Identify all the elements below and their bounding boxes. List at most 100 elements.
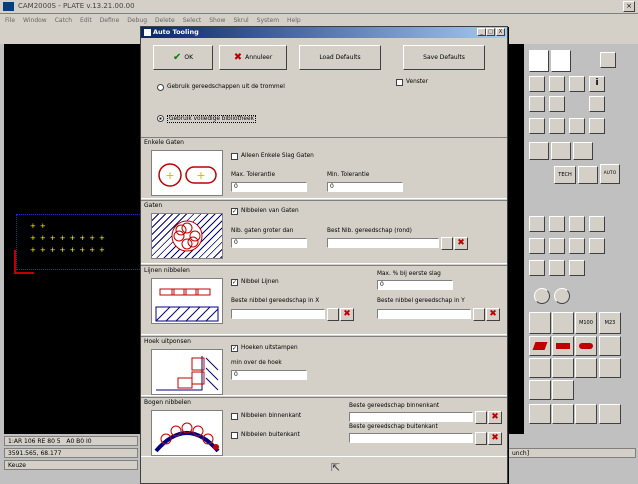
tool-icon[interactable] (529, 380, 551, 400)
tech-button[interactable]: TECH (554, 166, 576, 184)
min-corner-input[interactable]: 0 (231, 370, 307, 380)
hammer-icon[interactable] (529, 312, 551, 334)
punch-icon[interactable] (589, 238, 605, 254)
hammer-icon[interactable] (552, 404, 574, 424)
tool-icon[interactable] (578, 166, 598, 184)
red-shape-icon[interactable] (529, 336, 551, 356)
browse-button[interactable] (475, 432, 487, 445)
menu-item-debug[interactable]: Debug (127, 17, 147, 24)
tool-icon[interactable] (529, 358, 551, 378)
menu-item-edit[interactable]: Edit (80, 17, 92, 24)
clear-x-icon[interactable]: ✖ (454, 237, 468, 250)
clear-x-icon[interactable]: ✖ (488, 432, 502, 445)
arcs-outer-checkbox[interactable] (231, 432, 238, 439)
menu-item-show[interactable]: Show (209, 17, 225, 24)
tool-icon[interactable] (529, 260, 545, 276)
menu-item-system[interactable]: System (257, 17, 279, 24)
app-close-button[interactable]: × (623, 1, 635, 12)
tool-icon[interactable] (552, 380, 574, 400)
tool-icon[interactable] (575, 358, 597, 378)
sheet-icon[interactable] (529, 50, 549, 72)
hammer-icon[interactable] (599, 404, 621, 424)
hammer-icon[interactable] (529, 404, 551, 424)
auto-button[interactable]: AUTO (600, 164, 620, 184)
max-first-stroke-input[interactable]: 0 (377, 280, 453, 290)
best-outer-input[interactable] (349, 433, 473, 443)
tool-icon[interactable] (549, 260, 565, 276)
layout-icon[interactable] (589, 96, 605, 112)
tool-icon[interactable] (552, 358, 574, 378)
library-radio[interactable] (157, 115, 164, 122)
load-defaults-button[interactable]: Load Defaults (299, 45, 381, 70)
grid-icon[interactable] (573, 142, 593, 160)
menu-item-help[interactable]: Help (287, 17, 301, 24)
best-y-input[interactable] (377, 309, 471, 319)
hammer-icon[interactable] (552, 312, 574, 334)
corner-stamp-checkbox[interactable]: ✓ (231, 345, 238, 352)
best-nib-round-input[interactable] (327, 238, 439, 248)
punch-icon[interactable] (569, 238, 585, 254)
menu-item-catch[interactable]: Catch (55, 17, 72, 24)
punch-icon[interactable] (549, 238, 565, 254)
menu-item-delete[interactable]: Delete (155, 17, 175, 24)
menu-item-skrul[interactable]: Skrul (233, 17, 248, 24)
window-checkbox[interactable] (396, 79, 403, 86)
info-icon[interactable]: i (589, 76, 605, 92)
layout-icon[interactable] (549, 96, 565, 112)
larger-than-input[interactable]: 0 (231, 238, 307, 248)
layout-icon[interactable] (529, 96, 545, 112)
menu-item-file[interactable]: File (5, 17, 15, 24)
part-icon[interactable] (529, 76, 545, 92)
tool-icon[interactable] (569, 118, 585, 134)
circle-icon[interactable] (534, 288, 550, 304)
m100-button[interactable]: M100 (575, 312, 597, 334)
save-defaults-button[interactable]: Save Defaults (403, 45, 485, 70)
browse-button[interactable] (475, 411, 487, 424)
best-inner-input[interactable] (349, 412, 473, 422)
sheet-icon[interactable] (551, 50, 571, 72)
circle-icon[interactable] (554, 288, 570, 304)
min-tol-input[interactable]: 0 (327, 182, 403, 192)
punch-icon[interactable] (549, 216, 565, 232)
ok-button[interactable]: ✔ OK (153, 45, 213, 70)
hammer-icon[interactable] (575, 404, 597, 424)
single-stroke-checkbox[interactable] (231, 153, 238, 160)
turret-radio[interactable] (157, 84, 164, 91)
part-icon[interactable] (569, 76, 585, 92)
grid-icon[interactable] (529, 142, 549, 160)
browse-button[interactable] (473, 308, 485, 321)
tool-icon[interactable] (599, 336, 621, 356)
punch-icon[interactable] (529, 238, 545, 254)
arcs-inner-checkbox[interactable] (231, 413, 238, 420)
clear-x-icon[interactable]: ✖ (486, 308, 500, 321)
tool-icon[interactable] (549, 118, 565, 134)
edit-icon[interactable] (600, 52, 616, 68)
m23-button[interactable]: M23 (599, 312, 621, 334)
clear-x-icon[interactable]: ✖ (340, 308, 354, 321)
maximize-button[interactable]: □ (486, 28, 495, 36)
grid-icon[interactable] (551, 142, 571, 160)
menu-item-window[interactable]: Window (23, 17, 47, 24)
red-shape-icon[interactable] (552, 336, 574, 356)
tool-icon[interactable] (599, 358, 621, 378)
tool-icon[interactable] (529, 118, 545, 134)
tool-icon[interactable] (569, 260, 585, 276)
browse-button[interactable] (327, 308, 339, 321)
dialog-close-button[interactable]: X (496, 28, 505, 36)
punch-icon[interactable] (529, 216, 545, 232)
minimize-button[interactable]: _ (477, 28, 486, 36)
nibble-holes-checkbox[interactable]: ✓ (231, 208, 238, 215)
clear-x-icon[interactable]: ✖ (488, 411, 502, 424)
menu-item-define[interactable]: Define (100, 17, 120, 24)
max-tol-input[interactable]: 0 (231, 182, 307, 192)
browse-button[interactable] (441, 237, 453, 250)
cancel-button[interactable]: ✖ Annuleer (219, 45, 287, 70)
part-icon[interactable] (549, 76, 565, 92)
red-shape-icon[interactable] (575, 336, 597, 356)
pattern-icon[interactable] (569, 216, 585, 232)
menu-item-select[interactable]: Select (183, 17, 202, 24)
tool-icon[interactable] (589, 118, 605, 134)
pattern-icon[interactable] (589, 216, 605, 232)
best-x-input[interactable] (231, 309, 325, 319)
nibble-lines-checkbox[interactable]: ✓ (231, 279, 238, 286)
